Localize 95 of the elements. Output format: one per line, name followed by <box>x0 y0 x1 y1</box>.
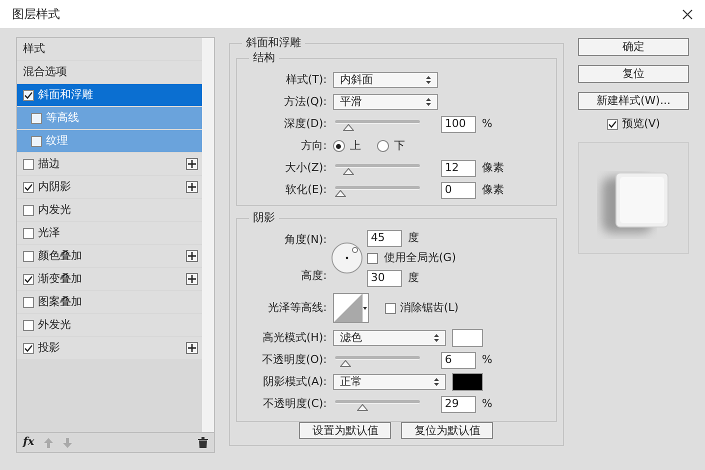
field-label: 软化(E): <box>284 182 327 198</box>
add-button[interactable] <box>186 181 198 193</box>
radio-option[interactable]: 下 <box>376 138 405 154</box>
fx-button[interactable]: fx <box>23 434 34 451</box>
dropdown-caret-icon <box>363 306 368 310</box>
dialog-button[interactable]: 确定 <box>578 38 689 56</box>
scrollbar[interactable] <box>202 38 214 432</box>
style-list-item[interactable]: 斜面和浮雕 <box>17 84 202 106</box>
unit-label: % <box>482 352 492 368</box>
close-icon[interactable] <box>682 8 693 20</box>
add-button[interactable] <box>186 158 198 170</box>
dialog-button[interactable]: 新建样式(W)... <box>578 92 689 110</box>
dropdown[interactable]: 平滑 <box>332 94 438 110</box>
style-list-item[interactable]: 内发光 <box>17 199 202 221</box>
trash-icon[interactable] <box>198 437 208 448</box>
slider-track[interactable] <box>335 400 420 410</box>
updown-icon <box>434 334 439 342</box>
slider-track[interactable] <box>335 356 420 366</box>
field-label: 样式(T): <box>284 72 327 88</box>
input-field[interactable]: 100 <box>440 116 476 132</box>
input-field[interactable]: 45 <box>366 230 402 246</box>
dialog-button[interactable]: 复位 <box>578 65 689 83</box>
checkbox[interactable] <box>606 118 618 130</box>
field-label: 角度(N): <box>283 232 327 248</box>
checkbox[interactable] <box>23 182 34 192</box>
dropdown[interactable]: 滤色 <box>332 330 446 346</box>
field-label: 高光模式(H): <box>261 330 327 346</box>
style-list-item[interactable]: 图案叠加 <box>17 291 202 313</box>
updown-icon <box>426 76 431 84</box>
checkbox[interactable] <box>384 302 396 314</box>
field-label: 不透明度(C): <box>262 396 327 412</box>
checkbox[interactable] <box>23 204 34 216</box>
radio-option[interactable]: 上 <box>332 138 361 154</box>
field-label: 大小(Z): <box>284 160 327 176</box>
default-button[interactable]: 复位为默认值 <box>401 422 494 439</box>
checkbox-label: 消除锯齿(L) <box>400 300 459 316</box>
unit-label: 像素 <box>482 160 504 176</box>
field-label: 阴影模式(A): <box>262 374 327 390</box>
checkbox[interactable] <box>23 250 34 262</box>
add-button[interactable] <box>186 250 198 262</box>
checkbox-label: 使用全局光(G) <box>384 250 456 266</box>
field-label: 不透明度(O): <box>260 352 327 368</box>
updown-icon <box>426 98 431 106</box>
checkbox[interactable] <box>23 296 34 308</box>
add-button[interactable] <box>186 273 198 285</box>
field-label: 高度: <box>300 268 327 284</box>
checkbox[interactable] <box>23 320 34 330</box>
color-swatch[interactable] <box>452 373 483 391</box>
group-title: 斜面和浮雕 <box>242 36 305 50</box>
input-field[interactable]: 30 <box>366 270 402 286</box>
style-list-item[interactable]: 投影 <box>17 337 202 359</box>
checkbox[interactable] <box>23 274 34 284</box>
style-list-item[interactable]: 内阴影 <box>17 176 202 198</box>
angle-dial[interactable] <box>330 242 363 274</box>
style-list-item[interactable]: 外发光 <box>17 314 202 336</box>
checkbox[interactable] <box>366 252 378 264</box>
checkbox[interactable] <box>31 136 42 146</box>
group-title: 结构 <box>248 51 279 65</box>
dropdown[interactable]: 内斜面 <box>332 72 438 88</box>
checkbox[interactable] <box>23 90 34 100</box>
input-field[interactable]: 6 <box>440 352 476 368</box>
dropdown[interactable]: 正常 <box>332 374 446 390</box>
slider-track[interactable] <box>335 186 420 196</box>
style-list-item[interactable]: 光泽 <box>17 222 202 244</box>
field-label: 深度(D): <box>283 116 327 132</box>
input-field[interactable]: 29 <box>440 396 476 412</box>
checkbox[interactable] <box>31 112 42 124</box>
slider-track[interactable] <box>335 120 420 130</box>
slider-track[interactable] <box>335 164 420 174</box>
unit-label: 像素 <box>482 182 504 198</box>
style-list-item[interactable]: 混合选项 <box>17 61 202 83</box>
group-title: 阴影 <box>248 211 279 225</box>
field-label: 方向: <box>300 138 327 154</box>
window-title: 图层样式 <box>12 6 60 23</box>
style-list-item[interactable]: 描边 <box>17 153 202 175</box>
checkbox[interactable] <box>23 342 34 354</box>
updown-icon <box>434 378 439 386</box>
input-field[interactable]: 0 <box>440 182 476 198</box>
unit-label: 度 <box>408 270 419 286</box>
unit-label: % <box>482 396 492 412</box>
color-swatch[interactable] <box>452 329 483 347</box>
add-button[interactable] <box>186 342 198 354</box>
style-list-item[interactable]: 颜色叠加 <box>17 245 202 267</box>
style-list-item[interactable]: 样式 <box>17 38 202 60</box>
contour-picker[interactable] <box>332 293 369 323</box>
field-label: 方法(Q): <box>282 94 327 110</box>
unit-label: % <box>482 116 492 132</box>
checkbox[interactable] <box>23 228 34 238</box>
checkbox-label: 预览(V) <box>622 116 660 132</box>
unit-label: 度 <box>408 230 419 246</box>
input-field[interactable]: 12 <box>440 160 476 176</box>
checkbox[interactable] <box>23 158 34 170</box>
field-label: 光泽等高线: <box>267 300 327 316</box>
style-list-item[interactable]: 渐变叠加 <box>17 268 202 290</box>
default-button[interactable]: 设置为默认值 <box>299 422 392 439</box>
